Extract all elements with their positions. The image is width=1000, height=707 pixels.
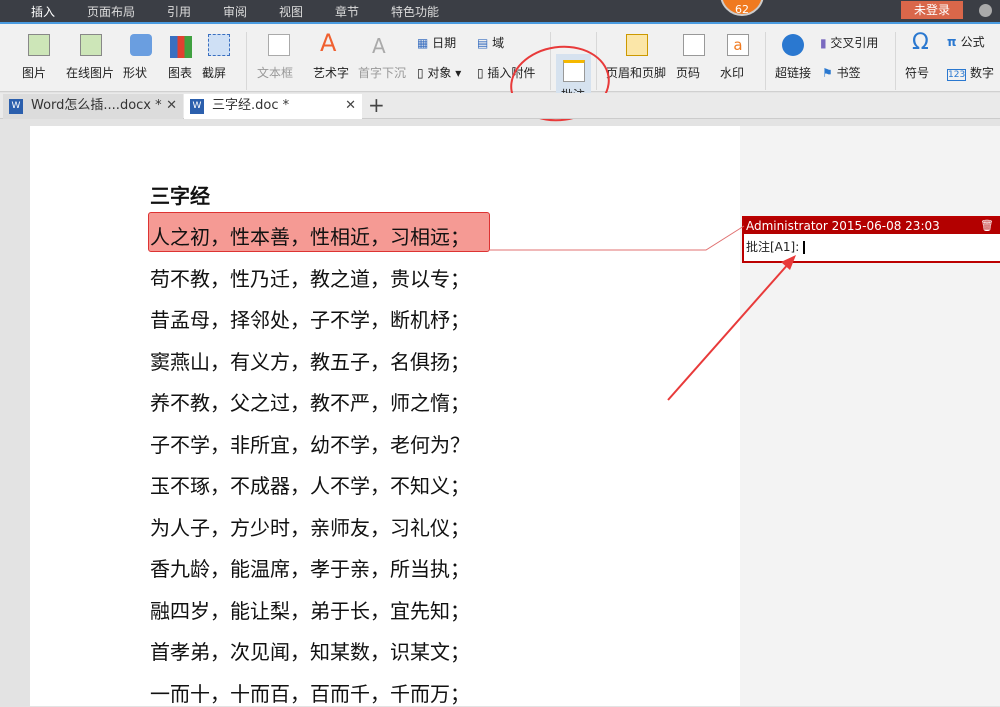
menu-tab-references[interactable]: 引用 <box>167 3 191 20</box>
shape-button[interactable]: 形状 <box>123 64 147 81</box>
wordart-button[interactable]: 艺术字 <box>313 64 349 81</box>
formula-button[interactable]: π 公式 <box>947 33 985 50</box>
document-tab-bar: W Word怎么插....docx * ✕ W 三字经.doc * ✕ + <box>0 93 1000 119</box>
close-icon[interactable]: ✕ <box>166 94 177 118</box>
textbox-icon <box>268 34 290 56</box>
text-cursor <box>803 241 806 254</box>
flag-icon: ⚑ <box>822 66 837 80</box>
header-footer-button[interactable]: 页眉和页脚 <box>606 64 666 81</box>
menu-tab-layout[interactable]: 页面布局 <box>87 3 135 20</box>
pi-icon: π <box>947 35 961 49</box>
menu-tab-features[interactable]: 特色功能 <box>391 3 439 20</box>
new-tab-button[interactable]: + <box>368 93 385 117</box>
number-button[interactable]: 123 数字 <box>947 64 994 81</box>
screenshot-icon <box>208 34 230 56</box>
omega-icon: Ω <box>912 30 929 55</box>
textbox-button: 文本框 <box>257 66 294 80</box>
chart-icon <box>170 36 192 58</box>
date-button[interactable]: ▦ 日期 <box>417 34 456 51</box>
word-doc-icon: W <box>9 99 23 114</box>
page-number-icon <box>683 34 705 56</box>
poem-line: 昔孟母，择邻处，子不学，断机杼； <box>150 308 470 332</box>
online-picture-button[interactable]: 在线图片 <box>66 64 114 81</box>
watermark-icon: a <box>727 34 749 56</box>
poem-line: 首孝弟，次见闻，知某数，识某文； <box>150 640 470 664</box>
menu-tab-section[interactable]: 章节 <box>335 3 359 20</box>
dropcap-icon: A <box>372 34 386 58</box>
comment-input[interactable]: 批注[A1]: <box>744 234 1000 259</box>
menu-bar: 插入 页面布局 引用 审阅 视图 章节 特色功能 62 未登录 <box>0 0 1000 24</box>
wordart-icon: A <box>320 29 337 57</box>
delete-comment-icon[interactable]: 🗑 <box>980 218 994 234</box>
document-title: 三字经 <box>150 184 210 208</box>
comment-box[interactable]: Administrator 2015-06-08 23:03 🗑 批注[A1]: <box>742 216 1000 263</box>
menu-tab-insert[interactable]: 插入 <box>31 3 56 24</box>
field-icon: ▤ <box>477 36 493 50</box>
ribbon-toolbar: 图片 在线图片 形状 图表 截屏 文本框 A 艺术字 A 首字下沉 ▦ 日期 ▤… <box>0 22 1000 128</box>
symbol-button[interactable]: 符号 <box>905 64 929 81</box>
poem-line: 一而十，十而百，百而千，千而万； <box>150 681 470 706</box>
hyperlink-icon <box>782 34 804 56</box>
page-number-button[interactable]: 页码 <box>676 64 700 81</box>
poem-line: 养不教，父之过，教不严，师之惰； <box>150 391 470 415</box>
hyperlink-button[interactable]: 超链接 <box>775 64 811 81</box>
shape-icon <box>130 34 152 56</box>
comment-header: Administrator 2015-06-08 23:03 🗑 <box>744 218 1000 234</box>
header-footer-icon <box>626 34 648 56</box>
chevron-down-icon[interactable] <box>979 4 992 17</box>
cross-reference-icon: ▮ <box>820 36 831 50</box>
object-button[interactable]: ▯ 对象 ▾ <box>417 64 461 81</box>
field-button[interactable]: ▤ 域 <box>477 34 504 51</box>
dropcap-button: 首字下沉 <box>358 66 407 80</box>
online-picture-icon <box>80 34 102 56</box>
watermark-button[interactable]: 水印 <box>720 64 744 81</box>
poem-line: 子不学，非所宜，幼不学，老何为？ <box>150 432 470 457</box>
document-tab-1[interactable]: W Word怎么插....docx * ✕ <box>3 94 183 119</box>
cross-reference-button[interactable]: ▮ 交叉引用 <box>820 34 878 51</box>
attachment-icon: ▯ <box>477 66 488 80</box>
poem-line: 窦燕山，有义方，教五子，名俱扬； <box>150 349 470 374</box>
poem-line: 人之初，性本善，性相近，习相远； <box>150 225 470 249</box>
word-doc-icon: W <box>190 99 204 114</box>
chart-button[interactable]: 图表 <box>168 64 192 81</box>
calendar-icon: ▦ <box>417 36 433 50</box>
document-tab-2[interactable]: W 三字经.doc * ✕ <box>184 94 362 119</box>
poem-line: 融四岁，能让梨，弟于长，宜先知； <box>150 598 470 623</box>
picture-button[interactable]: 图片 <box>22 64 46 81</box>
comment-pane <box>740 126 1000 706</box>
poem-line: 为人子，方少时，亲师友，习礼仪； <box>150 515 470 540</box>
login-button[interactable]: 未登录 <box>901 1 963 19</box>
object-icon: ▯ <box>417 66 428 80</box>
notification-badge[interactable]: 62 <box>720 0 764 16</box>
poem-line: 玉不琢，不成器，人不学，不知义； <box>150 474 470 498</box>
poem-line: 苟不教，性乃迁，教之道，贵以专； <box>150 266 470 291</box>
bookmark-button[interactable]: ⚑ 书签 <box>822 64 861 81</box>
number-icon: 123 <box>947 69 967 81</box>
menu-tab-review[interactable]: 审阅 <box>223 3 247 20</box>
menu-tab-view[interactable]: 视图 <box>279 3 303 20</box>
screenshot-button[interactable]: 截屏 <box>202 64 226 81</box>
close-icon[interactable]: ✕ <box>345 94 356 118</box>
picture-icon <box>28 34 50 56</box>
poem-line: 香九龄，能温席，孝于亲，所当执； <box>150 557 470 581</box>
